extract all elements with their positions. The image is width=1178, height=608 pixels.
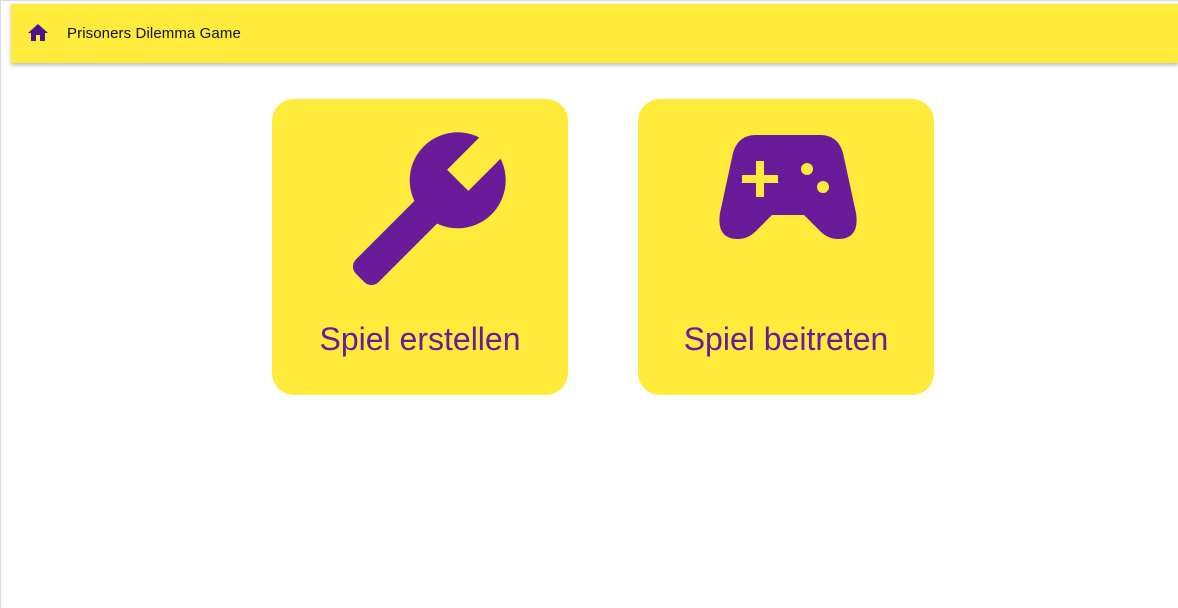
home-button[interactable] [24,21,52,45]
create-game-button[interactable]: Spiel erstellen [272,99,568,395]
wrench-icon [310,115,530,295]
home-icon [28,24,48,41]
top-toolbar: Prisoners Dilemma Game [11,4,1178,63]
app-title: Prisoners Dilemma Game [67,25,241,42]
join-game-label: Spiel beitreten [683,321,889,357]
gamepad-icon [676,115,896,295]
join-game-button[interactable]: Spiel beitreten [638,99,934,395]
app-window: Prisoners Dilemma Game Spiel erstellen S… [0,0,1178,608]
create-game-label: Spiel erstellen [319,321,521,357]
